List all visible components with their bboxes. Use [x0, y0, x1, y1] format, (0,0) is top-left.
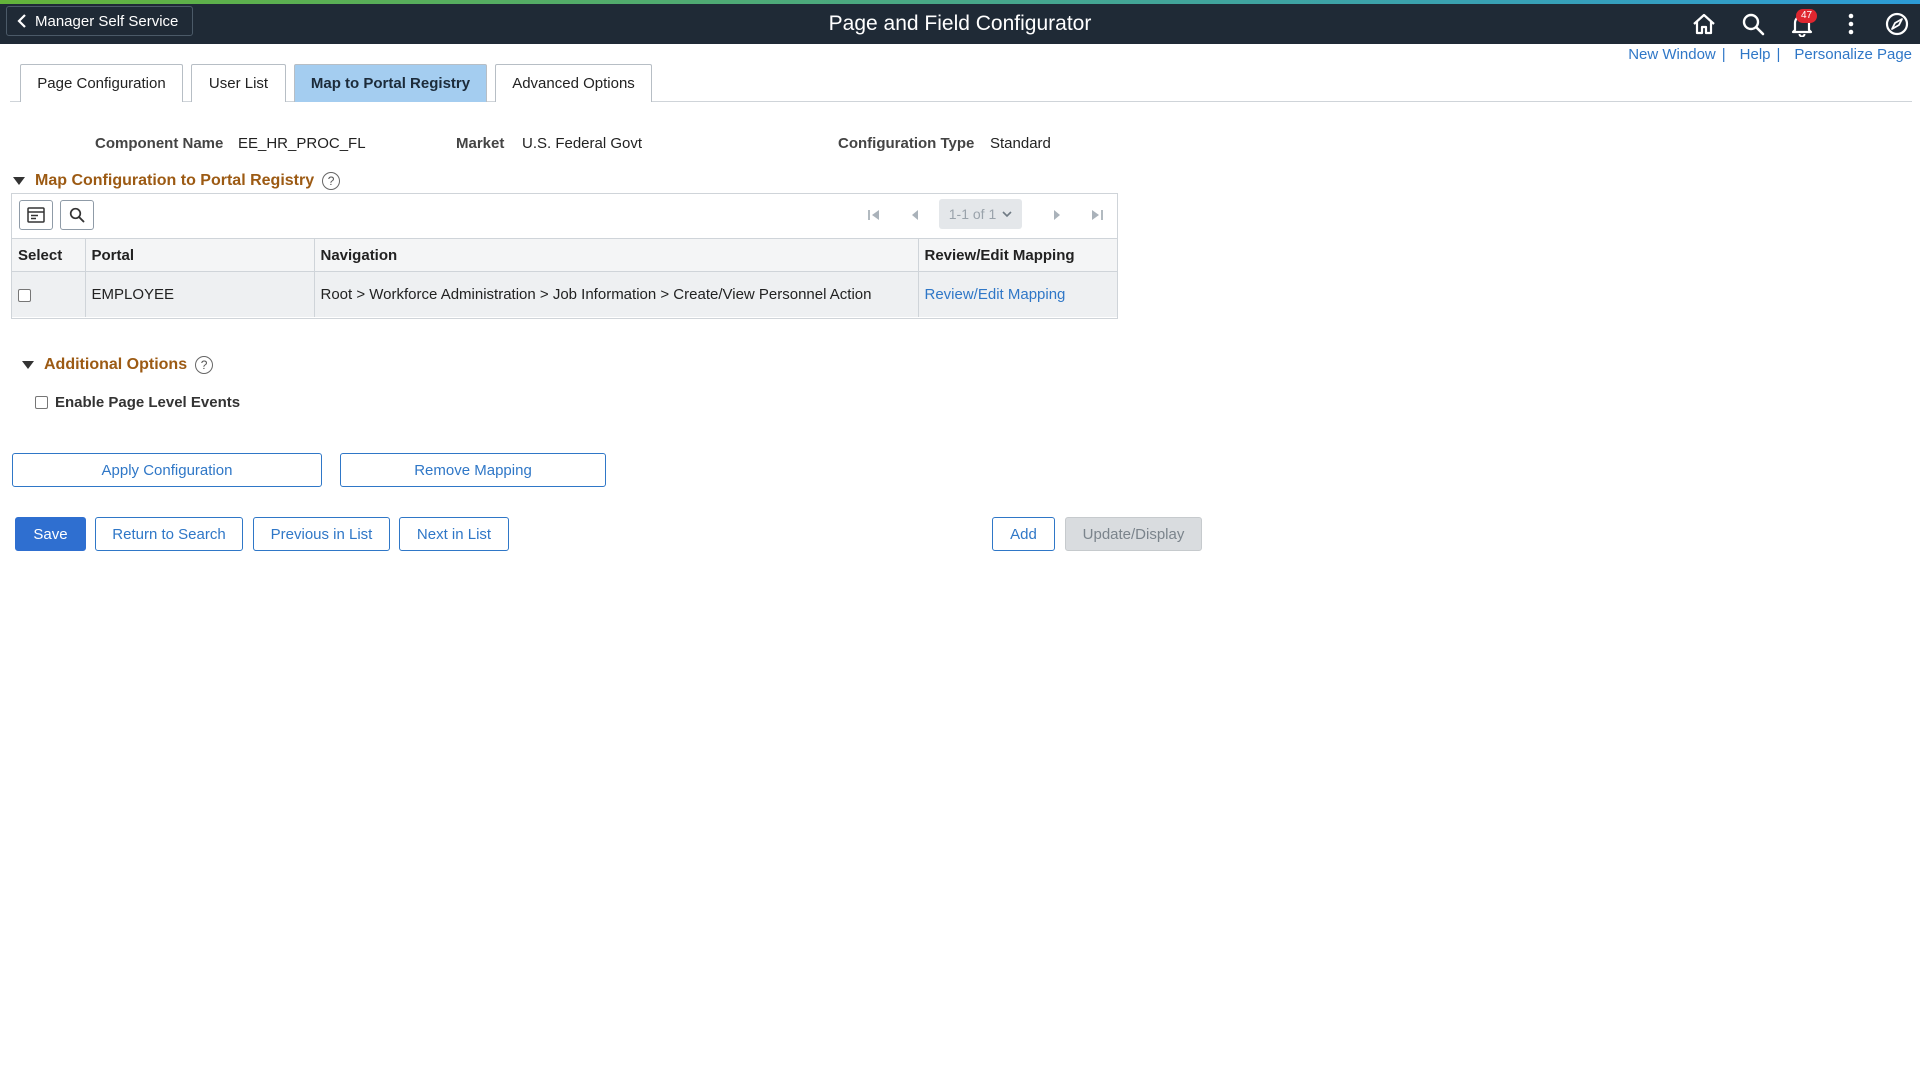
previous-in-list-button[interactable]: Previous in List — [253, 517, 390, 551]
review-edit-mapping-link[interactable]: Review/Edit Mapping — [925, 286, 1066, 303]
grid-settings-icon — [27, 207, 45, 223]
collapse-triangle-icon — [22, 361, 34, 369]
portal-mapping-table: Select Portal Navigation Review/Edit Map… — [12, 238, 1117, 317]
back-button-label: Manager Self Service — [35, 12, 179, 30]
portal-cell: EMPLOYEE — [85, 271, 315, 317]
next-page-icon[interactable] — [1048, 206, 1066, 224]
navigation-cell: Root > Workforce Administration > Job In… — [314, 271, 919, 317]
home-icon[interactable] — [1689, 9, 1719, 39]
link-separator: | — [1776, 46, 1781, 63]
tab-user-list[interactable]: User List — [191, 64, 286, 102]
column-header-review-edit: Review/Edit Mapping — [918, 238, 1117, 272]
save-button[interactable]: Save — [15, 517, 86, 551]
table-header-row: Select Portal Navigation Review/Edit Map… — [12, 238, 1117, 272]
portal-mapping-grid: 1-1 of 1 Select Portal Navigation Review… — [11, 193, 1118, 319]
column-header-portal: Portal — [85, 238, 315, 272]
enable-page-level-events-checkbox[interactable] — [35, 396, 48, 409]
component-name-value: EE_HR_PROC_FL — [238, 135, 366, 152]
configuration-type-value: Standard — [990, 135, 1051, 152]
additional-options-title: Additional Options — [44, 356, 188, 373]
help-icon[interactable]: ? — [195, 356, 214, 374]
navbar-compass-icon[interactable] — [1882, 9, 1912, 39]
link-separator: | — [1721, 46, 1726, 63]
enable-page-level-events-label: Enable Page Level Events — [55, 394, 241, 411]
row-range-text: 1-1 of 1 — [948, 206, 997, 222]
chevron-left-icon — [17, 14, 26, 28]
apply-configuration-button[interactable]: Apply Configuration — [12, 453, 322, 487]
last-page-icon[interactable] — [1088, 206, 1106, 224]
grid-personalize-button[interactable] — [19, 200, 53, 230]
map-config-section-title: Map Configuration to Portal Registry — [35, 172, 315, 189]
tab-label: User List — [208, 75, 269, 92]
row-range-dropdown[interactable]: 1-1 of 1 — [939, 199, 1022, 229]
search-icon[interactable] — [1738, 9, 1768, 39]
help-icon[interactable]: ? — [322, 172, 341, 190]
column-header-select: Select — [12, 238, 86, 272]
grid-find-button[interactable] — [60, 200, 94, 230]
remove-mapping-button[interactable]: Remove Mapping — [340, 453, 606, 487]
market-label: Market — [456, 135, 505, 152]
market-value: U.S. Federal Govt — [522, 135, 643, 152]
tab-label: Advanced Options — [512, 75, 635, 92]
header-bar — [0, 4, 1920, 44]
page-links: New Window | Help | Personalize Page — [1628, 46, 1912, 63]
first-page-icon[interactable] — [865, 206, 883, 224]
update-display-button: Update/Display — [1065, 517, 1202, 551]
previous-page-icon[interactable] — [906, 206, 924, 224]
additional-options-section-header[interactable]: Additional Options ? — [22, 356, 214, 374]
new-window-link[interactable]: New Window — [1628, 46, 1716, 63]
table-row: EMPLOYEE Root > Workforce Administration… — [12, 271, 1117, 317]
actions-menu-icon[interactable] — [1836, 9, 1866, 39]
enable-page-level-events-option[interactable]: Enable Page Level Events — [35, 394, 240, 411]
notification-count-badge: 47 — [1796, 9, 1818, 23]
chevron-down-icon — [1002, 210, 1012, 217]
back-button[interactable]: Manager Self Service — [6, 6, 194, 36]
return-to-search-button[interactable]: Return to Search — [95, 517, 243, 551]
help-link[interactable]: Help — [1740, 46, 1771, 63]
add-button[interactable]: Add — [992, 517, 1055, 551]
map-config-section-header[interactable]: Map Configuration to Portal Registry ? — [13, 172, 341, 190]
search-icon — [69, 207, 85, 223]
collapse-triangle-icon — [13, 177, 25, 185]
component-name-label: Component Name — [95, 135, 224, 152]
tab-advanced-options[interactable]: Advanced Options — [495, 64, 652, 102]
select-cell — [12, 271, 86, 317]
row-select-checkbox[interactable] — [18, 288, 31, 302]
tab-map-to-portal-registry[interactable]: Map to Portal Registry — [294, 64, 487, 102]
review-edit-cell: Review/Edit Mapping — [918, 271, 1117, 317]
personalize-page-link[interactable]: Personalize Page — [1794, 46, 1912, 63]
next-in-list-button[interactable]: Next in List — [399, 517, 509, 551]
tab-label: Map to Portal Registry — [310, 75, 471, 92]
configuration-type-label: Configuration Type — [838, 135, 975, 152]
tab-label: Page Configuration — [37, 75, 166, 92]
tab-page-configuration[interactable]: Page Configuration — [20, 64, 183, 102]
column-header-navigation: Navigation — [314, 238, 919, 272]
